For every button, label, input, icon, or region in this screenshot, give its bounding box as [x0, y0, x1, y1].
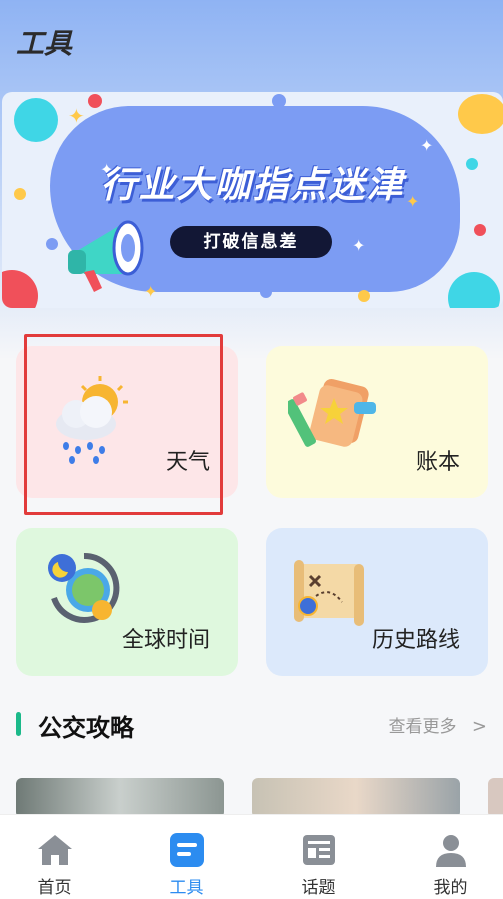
article-thumbnail[interactable]	[16, 778, 224, 818]
decor-dot	[14, 98, 58, 142]
banner-title: 行业大咖指点迷津	[100, 165, 405, 206]
decor-dot	[272, 94, 286, 108]
notebook-icon	[288, 378, 376, 447]
map-scroll-icon	[294, 560, 364, 626]
home-icon	[38, 835, 72, 865]
tab-tools[interactable]: 工具	[124, 815, 249, 899]
page-title: 工具	[16, 27, 73, 60]
sparkle-icon: ✦	[420, 136, 434, 155]
banner-subtitle: 打破信息差	[170, 226, 332, 258]
selection-highlight	[24, 334, 223, 515]
tab-label: 首页	[37, 878, 72, 898]
decor-dot	[358, 290, 370, 302]
tool-card-ledger[interactable]: 账本	[266, 346, 488, 498]
tab-home[interactable]: 首页	[0, 815, 117, 899]
article-thumbnail[interactable]	[488, 778, 503, 818]
tool-card-world-time[interactable]: 全球时间	[16, 528, 238, 676]
tool-label: 账本	[415, 450, 460, 475]
tool-card-history-route[interactable]: 历史路线	[266, 528, 488, 676]
tab-label: 话题	[301, 878, 336, 898]
decor-dot	[2, 270, 38, 308]
profile-icon	[436, 835, 466, 867]
tab-label: 我的	[433, 878, 468, 898]
topic-icon	[303, 835, 335, 865]
tool-label: 全球时间	[121, 628, 210, 653]
tab-topic[interactable]: 话题	[256, 815, 381, 899]
chevron-right-icon: >	[471, 716, 487, 737]
section-title: 公交攻略	[38, 714, 134, 742]
promo-banner[interactable]: ✦ ✦ ✦ ✦ ✦ ✦ 行业大咖指点迷津 打破信息差	[2, 92, 503, 308]
see-more-link[interactable]: 查看更多 >	[389, 712, 488, 737]
decor-dot	[474, 224, 486, 236]
decor-dot	[458, 94, 503, 134]
section-accent-bar	[16, 712, 21, 736]
megaphone-icon	[68, 220, 144, 292]
tab-profile[interactable]: 我的	[388, 815, 503, 899]
sparkle-icon: ✦	[68, 104, 85, 128]
tool-label: 历史路线	[371, 628, 460, 653]
tab-label: 工具	[169, 878, 204, 898]
tools-icon	[170, 833, 204, 867]
world-clock-icon	[48, 552, 120, 623]
decor-dot	[46, 238, 58, 250]
sparkle-icon: ✦	[352, 236, 366, 255]
see-more-label: 查看更多	[388, 717, 457, 737]
article-thumbnail[interactable]	[252, 778, 460, 818]
decor-dot	[448, 272, 500, 308]
decor-dot	[88, 94, 102, 108]
bottom-tab-bar: 首页 工具 话题 我的	[0, 814, 503, 899]
decor-dot	[260, 286, 272, 298]
